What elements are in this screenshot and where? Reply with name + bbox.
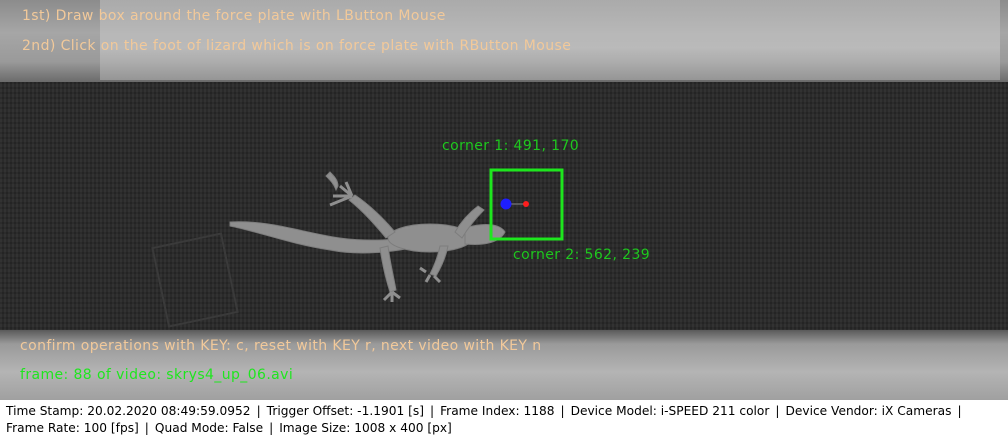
image-size: Image Size: 1008 x 400 [px]: [279, 421, 452, 435]
corner-2-label: corner 2: 562, 239: [513, 247, 651, 263]
frame-rate: Frame Rate: 100 [fps]: [6, 421, 139, 435]
separator: |: [144, 421, 149, 435]
separator: |: [256, 404, 261, 418]
frame-index: Frame Index: 1188: [440, 404, 555, 418]
mat-seam: [151, 232, 239, 328]
red-foot-marker[interactable]: [523, 201, 529, 207]
separator: |: [269, 421, 274, 435]
key-instructions: confirm operations with KEY: c, reset wi…: [20, 338, 542, 354]
status-line-1: Time Stamp: 20.02.2020 08:49:59.0952 | Tri…: [6, 402, 968, 420]
device-model: Device Model: i-SPEED 211 color: [570, 404, 770, 418]
separator: |: [957, 404, 962, 418]
separator: |: [429, 404, 435, 418]
time-stamp: Time Stamp: 20.02.2020 08:49:59.0952: [6, 404, 251, 418]
quad-mode: Quad Mode: False: [154, 421, 264, 435]
status-line-2: Frame Rate: 100 [fps] | Quad Mode: False | I…: [6, 419, 452, 437]
status-bar: Time Stamp: 20.02.2020 08:49:59.0952 | Tri…: [0, 400, 1008, 440]
separator: |: [560, 404, 565, 418]
lizard-silhouette: [229, 171, 506, 302]
frame-info: frame: 88 of video: skrys4_up_06.avi: [20, 367, 294, 383]
separator: |: [775, 404, 780, 418]
device-vendor: Device Vendor: iX Cameras: [785, 404, 952, 418]
trigger-offset: Trigger Offset: -1.1901 [s]: [266, 404, 424, 418]
corner-1-label: corner 1: 491, 170: [442, 138, 580, 154]
video-frame-canvas[interactable]: 1st) Draw box around the force plate wit…: [0, 0, 1008, 400]
blue-foot-marker[interactable]: [500, 198, 512, 210]
instruction-line-2: 2nd) Click on the foot of lizard which i…: [22, 38, 572, 54]
instruction-line-1: 1st) Draw box around the force plate wit…: [22, 8, 446, 24]
